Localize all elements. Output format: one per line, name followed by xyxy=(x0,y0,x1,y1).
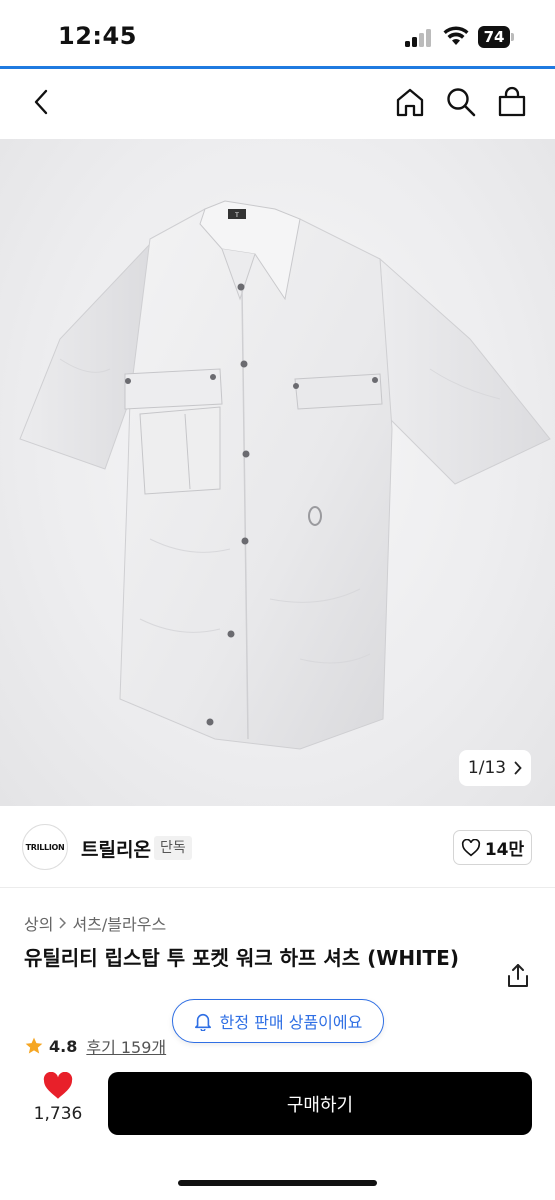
home-indicator xyxy=(178,1180,377,1186)
wish-button[interactable]: 1,736 xyxy=(30,1072,86,1132)
rating-score: 4.8 xyxy=(49,1036,78,1056)
star-icon xyxy=(25,1037,43,1054)
wish-count: 1,736 xyxy=(33,1104,83,1124)
chevron-right-icon xyxy=(59,917,67,929)
review-link[interactable]: 후기 159개 xyxy=(86,1034,166,1058)
bag-icon[interactable] xyxy=(495,85,529,119)
product-image: T xyxy=(19,200,551,750)
status-bar: 12:45 74 xyxy=(0,0,555,66)
brand-like-count: 14만 xyxy=(484,840,525,860)
breadcrumb: 상의 셔츠/블라우스 xyxy=(24,911,166,935)
image-counter-text: 1/13 xyxy=(467,758,507,778)
brand-name[interactable]: 트릴리온 xyxy=(81,835,151,862)
limited-sale-text: 한정 판매 상품이에요 xyxy=(219,1013,363,1032)
share-icon[interactable] xyxy=(505,962,531,990)
breadcrumb-category[interactable]: 상의 xyxy=(24,911,53,935)
cellular-signal-icon xyxy=(405,29,435,47)
back-icon[interactable] xyxy=(24,85,58,119)
battery-level: 74 xyxy=(478,26,510,48)
bell-icon xyxy=(194,1013,211,1031)
wifi-icon xyxy=(443,26,469,45)
image-counter[interactable]: 1/13 xyxy=(459,750,531,786)
breadcrumb-subcategory[interactable]: 셔츠/블라우스 xyxy=(72,911,166,935)
top-nav xyxy=(0,69,555,139)
bottom-purchase-bar: 1,736 구매하기 xyxy=(0,1062,555,1200)
battery-icon: 74 xyxy=(478,26,514,48)
brand-row: TRILLION 트릴리온 단독 14만 xyxy=(0,806,555,888)
exclusive-badge: 단독 xyxy=(154,836,192,860)
heart-outline-icon xyxy=(461,838,480,856)
rating-row: 4.8 후기 159개 xyxy=(24,1034,166,1058)
heart-filled-icon xyxy=(43,1072,73,1099)
shirt-label: T xyxy=(234,212,239,219)
brand-like-button[interactable]: 14만 xyxy=(453,830,532,865)
buy-button[interactable]: 구매하기 xyxy=(108,1072,532,1135)
product-title: 유틸리티 립스탑 투 포켓 워크 하프 셔츠 (WHITE) xyxy=(24,946,459,970)
search-icon[interactable] xyxy=(444,85,478,119)
chevron-right-icon xyxy=(514,761,522,775)
product-image-gallery[interactable]: T 1/13 xyxy=(0,139,555,806)
home-icon[interactable] xyxy=(393,85,427,119)
limited-sale-tooltip: 한정 판매 상품이에요 xyxy=(172,999,384,1043)
product-page: 12:45 74 T 1/13 TRILLION 트릴리온 단독 14만 상의 … xyxy=(0,0,555,1200)
brand-logo[interactable]: TRILLION xyxy=(22,824,68,870)
status-time: 12:45 xyxy=(58,22,137,50)
